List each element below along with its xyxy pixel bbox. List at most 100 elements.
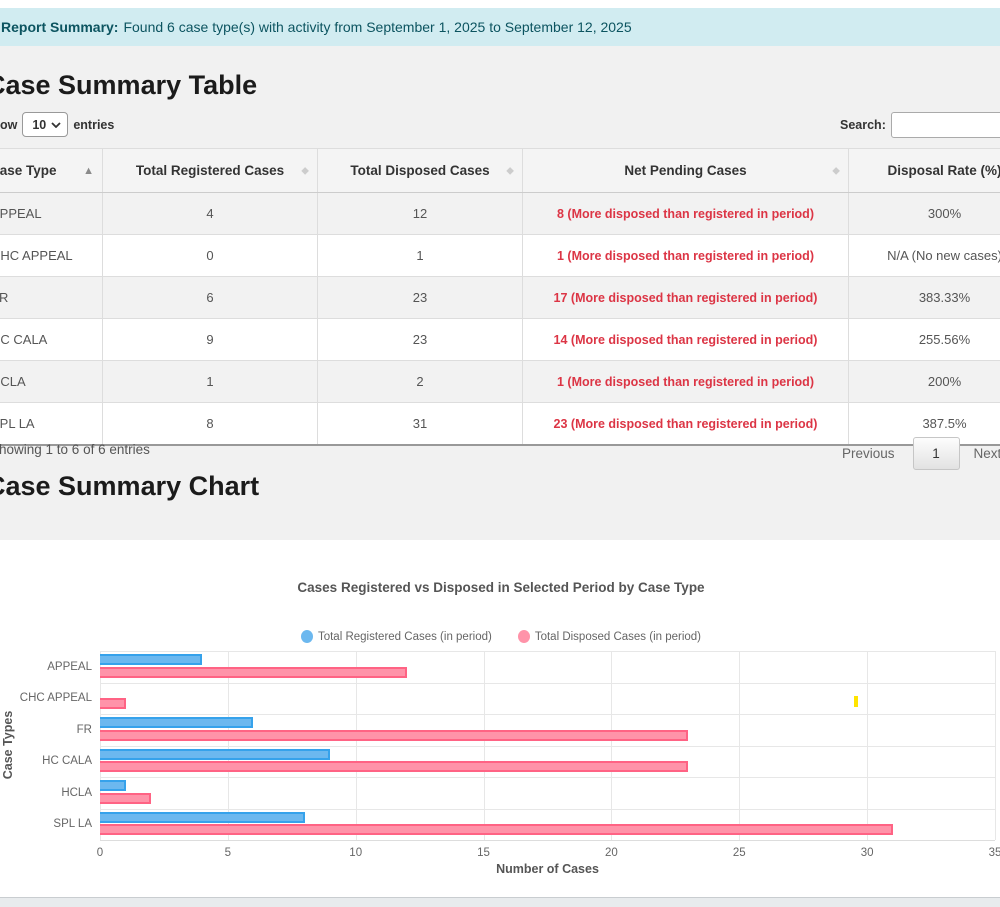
cell-disposal-rate: 200%: [849, 361, 1000, 403]
column-header-case-type[interactable]: Case Type▲: [0, 149, 103, 193]
bar-registered-fr[interactable]: [100, 717, 253, 728]
gridline: [100, 714, 995, 715]
cell-net-pending: 17 (More disposed than registered in per…: [523, 277, 849, 319]
legend-swatch-registered: [301, 630, 313, 643]
gridline: [100, 651, 995, 652]
banner-text: Found 6 case type(s) with activity from …: [123, 19, 631, 35]
page-1-button[interactable]: 1: [913, 437, 960, 470]
chart-card: Cases Registered vs Disposed in Selected…: [0, 540, 1000, 897]
cell-registered: 0: [103, 235, 318, 277]
cell-case-type: FR: [0, 277, 103, 319]
cell-case-type: APPEAL: [0, 193, 103, 235]
bar-disposed-appeal[interactable]: [100, 667, 407, 678]
column-header-disposal-rate[interactable]: Disposal Rate (%)◆: [849, 149, 1000, 193]
table-row: HC CALA 9 23 14 (More disposed than regi…: [0, 319, 1000, 361]
x-tick-label: 35: [975, 847, 1000, 859]
cell-case-type: SPL LA: [0, 403, 103, 446]
cell-case-type: HCLA: [0, 361, 103, 403]
cell-disposal-rate: 383.33%: [849, 277, 1000, 319]
y-category-label: FR: [0, 723, 92, 737]
report-summary-banner: Report Summary: Found 6 case type(s) wit…: [0, 8, 1000, 46]
chevron-down-icon: [51, 122, 61, 128]
page: Report Summary: Found 6 case type(s) wit…: [0, 0, 1000, 906]
y-category-label: APPEAL: [0, 660, 92, 674]
cell-registered: 6: [103, 277, 318, 319]
cell-net-pending: 8 (More disposed than registered in peri…: [523, 193, 849, 235]
gridline: [100, 683, 995, 684]
table-section-title: Case Summary Table: [0, 70, 257, 101]
next-button[interactable]: Next: [974, 446, 1000, 461]
bar-disposed-fr[interactable]: [100, 730, 688, 741]
sort-icon: ◆: [832, 165, 840, 176]
cell-disposal-rate: 300%: [849, 193, 1000, 235]
entries-select[interactable]: 10: [22, 112, 68, 137]
yellow-glitch-mark: [854, 696, 858, 707]
entries-label: entries: [73, 118, 114, 132]
cell-case-type: HC CALA: [0, 319, 103, 361]
x-tick-label: 0: [80, 847, 120, 859]
x-tick-label: 25: [719, 847, 759, 859]
bar-registered-hc-cala[interactable]: [100, 749, 330, 760]
column-header-disposed[interactable]: Total Disposed Cases◆: [318, 149, 523, 193]
x-tick-label: 30: [847, 847, 887, 859]
cell-disposal-rate: N/A (No new cases): [849, 235, 1000, 277]
chart-section-title: Case Summary Chart: [0, 471, 259, 502]
previous-button[interactable]: Previous: [842, 446, 895, 461]
cell-registered: 8: [103, 403, 318, 446]
table-row: CHC APPEAL 0 1 1 (More disposed than reg…: [0, 235, 1000, 277]
sort-ascending-icon: ▲: [83, 165, 94, 177]
table-row: APPEAL 4 12 8 (More disposed than regist…: [0, 193, 1000, 235]
cell-disposed: 1: [318, 235, 523, 277]
bar-disposed-chc-appeal[interactable]: [100, 698, 126, 709]
case-summary-table: Case Type▲ Total Registered Cases◆ Total…: [0, 148, 1000, 446]
sort-icon: ◆: [506, 165, 514, 176]
column-header-net-pending[interactable]: Net Pending Cases◆: [523, 149, 849, 193]
pagination: Previous 1 Next: [842, 437, 1000, 470]
banner-label: Report Summary:: [1, 19, 118, 35]
cell-disposed: 12: [318, 193, 523, 235]
legend-label-registered: Total Registered Cases (in period): [318, 631, 492, 643]
legend-item-disposed[interactable]: Total Disposed Cases (in period): [518, 630, 701, 643]
x-tick-label: 10: [336, 847, 376, 859]
bar-disposed-spl-la[interactable]: [100, 824, 893, 835]
cell-disposed: 23: [318, 277, 523, 319]
cell-disposed: 2: [318, 361, 523, 403]
cell-net-pending: 1 (More disposed than registered in peri…: [523, 361, 849, 403]
cell-net-pending: 23 (More disposed than registered in per…: [523, 403, 849, 446]
cell-registered: 1: [103, 361, 318, 403]
cell-disposed: 23: [318, 319, 523, 361]
gridline: [100, 777, 995, 778]
bar-registered-hcla[interactable]: [100, 780, 126, 791]
x-axis-title: Number of Cases: [100, 862, 995, 876]
cell-net-pending: 14 (More disposed than registered in per…: [523, 319, 849, 361]
search-label: Search:: [840, 118, 886, 132]
column-header-registered[interactable]: Total Registered Cases◆: [103, 149, 318, 193]
chart-legend: Total Registered Cases (in period) Total…: [0, 630, 1000, 643]
search-input[interactable]: [891, 112, 1000, 138]
y-axis-title: Case Types: [1, 711, 15, 780]
cell-disposed: 31: [318, 403, 523, 446]
y-category-label: SPL LA: [0, 817, 92, 831]
gridline: [995, 651, 996, 840]
table-row: FR 6 23 17 (More disposed than registere…: [0, 277, 1000, 319]
bar-disposed-hc-cala[interactable]: [100, 761, 688, 772]
y-category-label: HCLA: [0, 786, 92, 800]
table-info: Showing 1 to 6 of 6 entries: [0, 442, 150, 457]
cell-registered: 9: [103, 319, 318, 361]
search-control: Search:: [840, 112, 1000, 138]
legend-item-registered[interactable]: Total Registered Cases (in period): [301, 630, 492, 643]
entries-select-value: 10: [32, 118, 46, 132]
cell-registered: 4: [103, 193, 318, 235]
legend-label-disposed: Total Disposed Cases (in period): [535, 631, 701, 643]
bar-disposed-hcla[interactable]: [100, 793, 151, 804]
y-category-label: CHC APPEAL: [0, 691, 92, 705]
bar-registered-spl-la[interactable]: [100, 812, 305, 823]
gridline: [100, 746, 995, 747]
cell-case-type: CHC APPEAL: [0, 235, 103, 277]
sort-icon: ◆: [301, 165, 309, 176]
table-header-row: Case Type▲ Total Registered Cases◆ Total…: [0, 149, 1000, 193]
x-tick-label: 20: [591, 847, 631, 859]
bar-registered-appeal[interactable]: [100, 654, 202, 665]
cell-disposal-rate: 255.56%: [849, 319, 1000, 361]
cell-net-pending: 1 (More disposed than registered in peri…: [523, 235, 849, 277]
